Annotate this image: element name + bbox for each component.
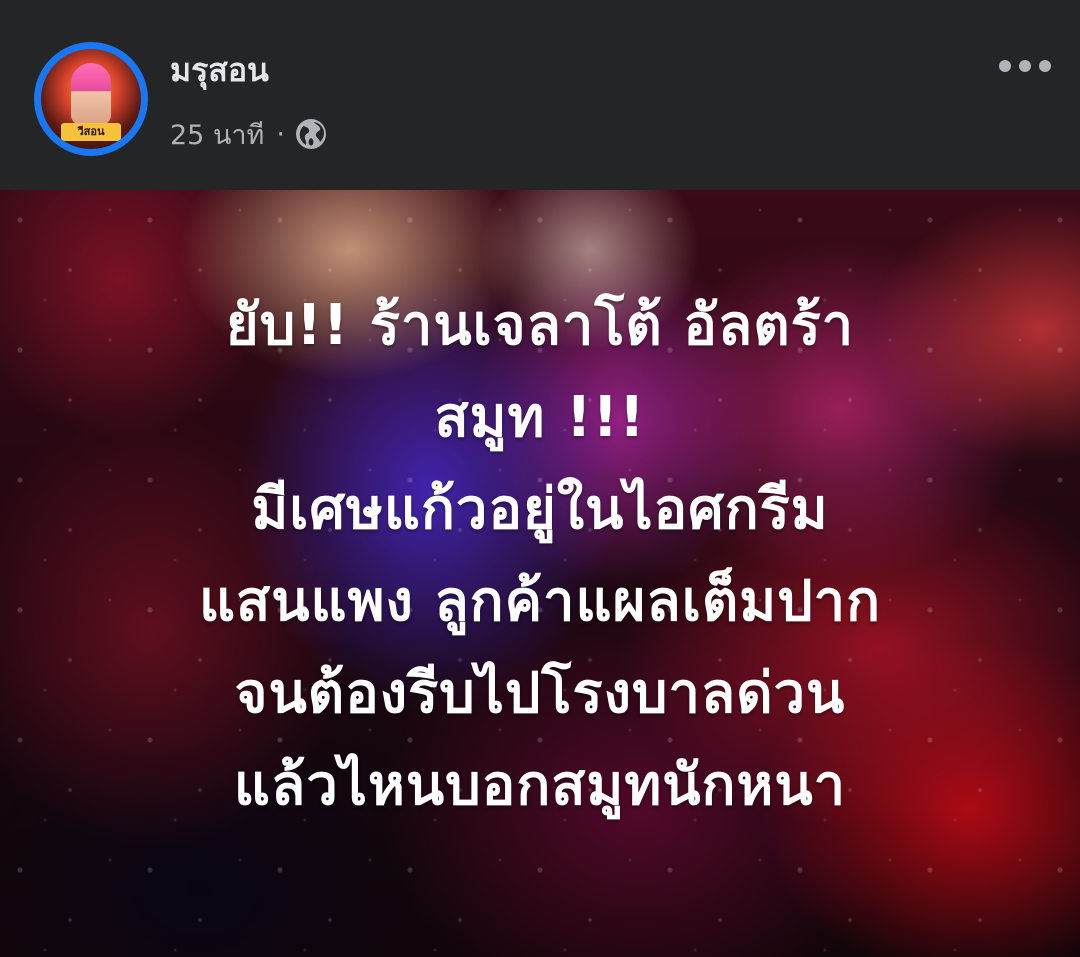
post-image[interactable]: ยับ!! ร้านเจลาโต้ อัลตร้า สมูท !!! มีเศษ… (0, 190, 1080, 957)
avatar-character (71, 63, 111, 125)
post-header: วีสอน มรุสอน 25 นาที · (0, 0, 1080, 190)
caption-line: ยับ!! ร้านเจลาโต้ อัลตร้า (225, 293, 855, 358)
post-card: วีสอน มรุสอน 25 นาที · ยับ!! ร้านเจลาโต้… (0, 0, 1080, 957)
author-name[interactable]: มรุสอน (170, 48, 269, 92)
caption-line: มีเศษแก้วอยู่ในไอศกรีม (251, 477, 829, 542)
globe-icon[interactable] (295, 118, 327, 150)
avatar-image: วีสอน (41, 49, 141, 149)
post-meta: 25 นาที · (170, 112, 327, 156)
avatar-badge: วีสอน (61, 123, 121, 141)
caption-line: สมูท !!! (434, 385, 646, 450)
more-options-button[interactable] (994, 44, 1056, 88)
author-avatar[interactable]: วีสอน (34, 42, 148, 156)
image-caption-text: ยับ!! ร้านเจลาโต้ อัลตร้า สมูท !!! มีเศษ… (0, 280, 1080, 832)
caption-line: จนต้องรีบไปโรงบาลด่วน (234, 661, 846, 726)
caption-line: แสนแพง ลูกค้าแผลเต็มปาก (198, 569, 882, 634)
more-options-icon (999, 60, 1051, 72)
caption-line: แล้วไหนบอกสมูทนักหนา (233, 753, 847, 818)
meta-separator: · (276, 118, 285, 150)
post-timestamp[interactable]: 25 นาที (170, 113, 264, 156)
